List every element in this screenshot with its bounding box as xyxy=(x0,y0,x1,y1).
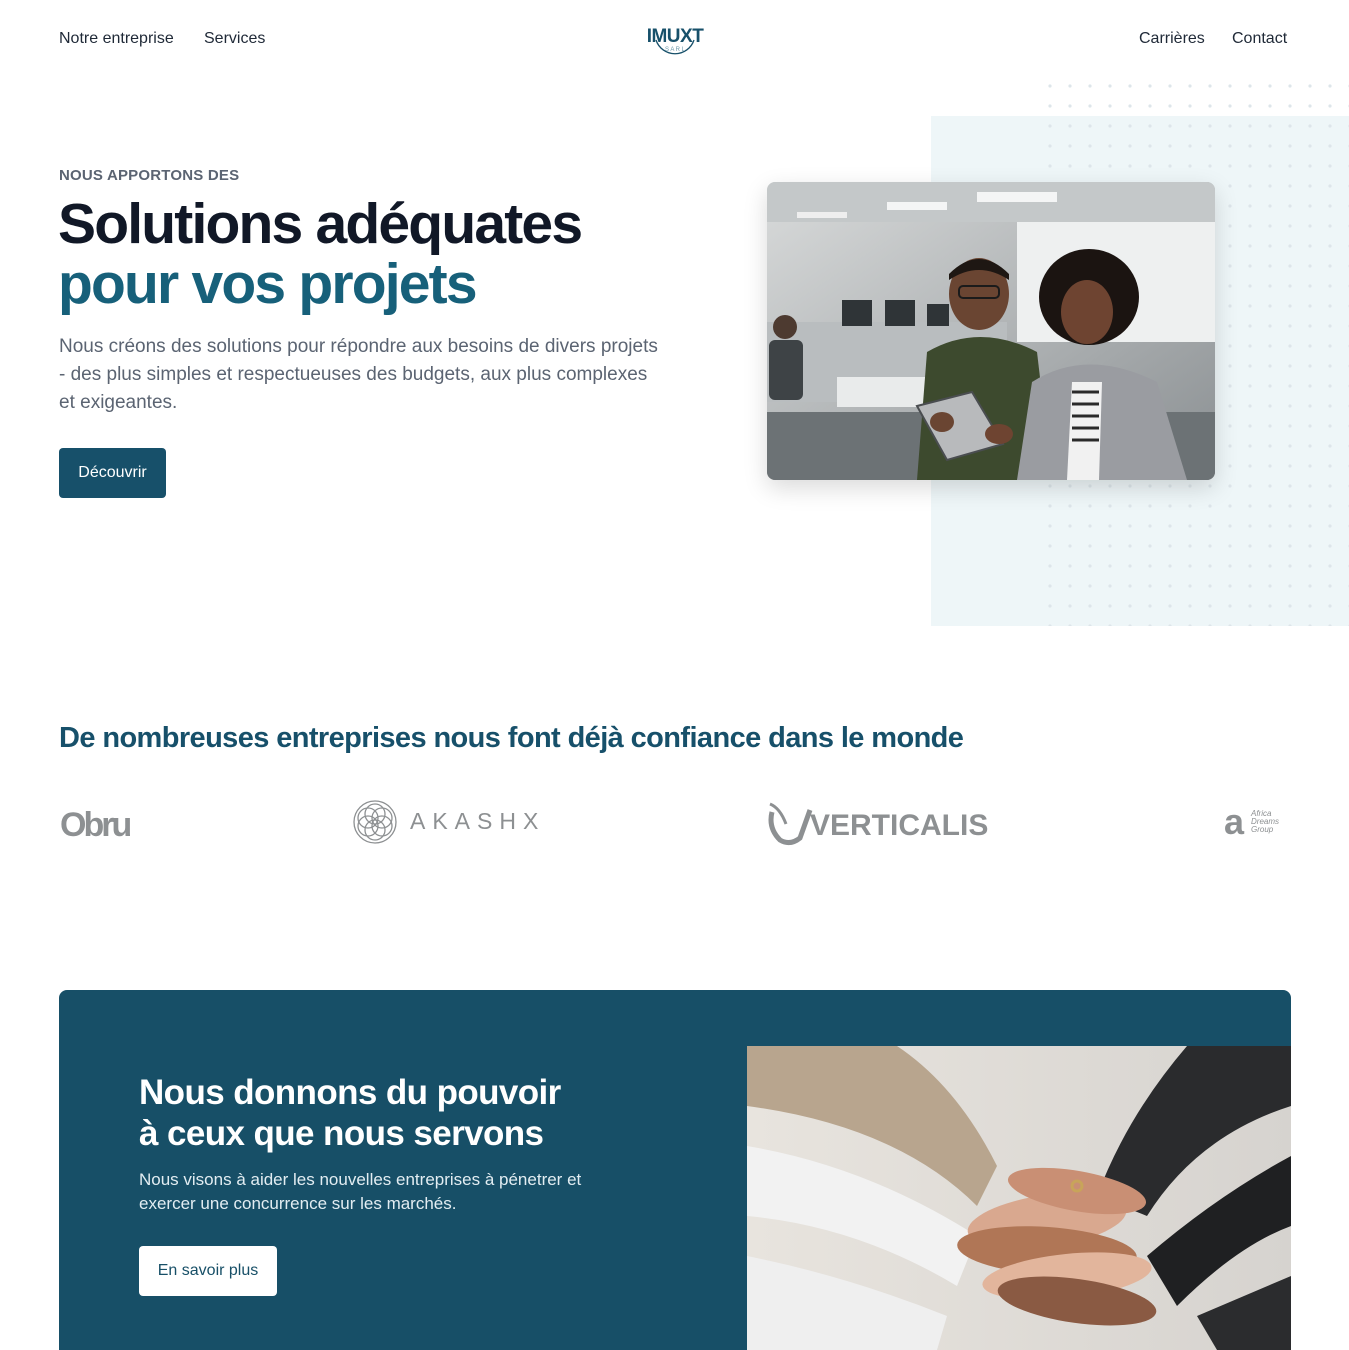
svg-text:a: a xyxy=(1224,801,1245,842)
cta-title: Nous donnons du pouvoir à ceux que nous … xyxy=(139,1072,561,1154)
logo-wordmark: IMUXT xyxy=(647,26,705,47)
learn-more-button[interactable]: En savoir plus xyxy=(139,1246,277,1296)
hero-title-line1: Solutions adéquates xyxy=(58,192,583,256)
svg-text:Obru: Obru xyxy=(60,806,130,844)
cta-title-line2: à ceux que nous servons xyxy=(139,1114,544,1153)
stacked-hands-photo xyxy=(747,1046,1291,1350)
empowerment-cta-section: Nous donnons du pouvoir à ceux que nous … xyxy=(59,990,1291,1350)
nav-link-contact[interactable]: Contact xyxy=(1232,29,1287,49)
discover-button[interactable]: Découvrir xyxy=(59,448,166,498)
svg-text:VERTICALIS: VERTICALIS xyxy=(810,809,988,842)
nav-link-carrieres[interactable]: Carrières xyxy=(1139,29,1205,49)
nav-link-notre-entreprise[interactable]: Notre entreprise xyxy=(59,29,174,49)
top-navigation: Notre entreprise Services IMUXT S A R L … xyxy=(0,0,1349,78)
trusted-by-title: De nombreuses entreprises nous font déjà… xyxy=(59,722,964,754)
hero-title-line2: pour vos projets xyxy=(58,252,478,316)
logo-subtext: S A R L xyxy=(665,47,686,53)
cta-title-line1: Nous donnons du pouvoir xyxy=(139,1073,561,1112)
hero-description: Nous créons des solutions pour répondre … xyxy=(59,336,658,413)
verticalis-logo: VERTICALIS xyxy=(768,802,988,846)
akashx-logo: AKASHX xyxy=(353,800,545,844)
office-team-photo xyxy=(767,182,1215,480)
imuxt-logo[interactable]: IMUXT S A R L xyxy=(642,18,708,64)
africa-dreams-group-logo: a Africa Dreams Group xyxy=(1224,801,1279,842)
svg-text:Group: Group xyxy=(1251,825,1274,834)
hero-eyebrow: NOUS APPORTONS DES xyxy=(59,167,240,184)
obru-logo: Obru xyxy=(60,806,133,844)
nav-link-services[interactable]: Services xyxy=(204,29,265,49)
cta-description: Nous visons à aider les nouvelles entrep… xyxy=(139,1170,582,1213)
partner-logos: Obru AKASHX VERTICALIS a Africa Dreams G… xyxy=(0,790,1349,860)
svg-text:AKASHX: AKASHX xyxy=(410,808,545,834)
